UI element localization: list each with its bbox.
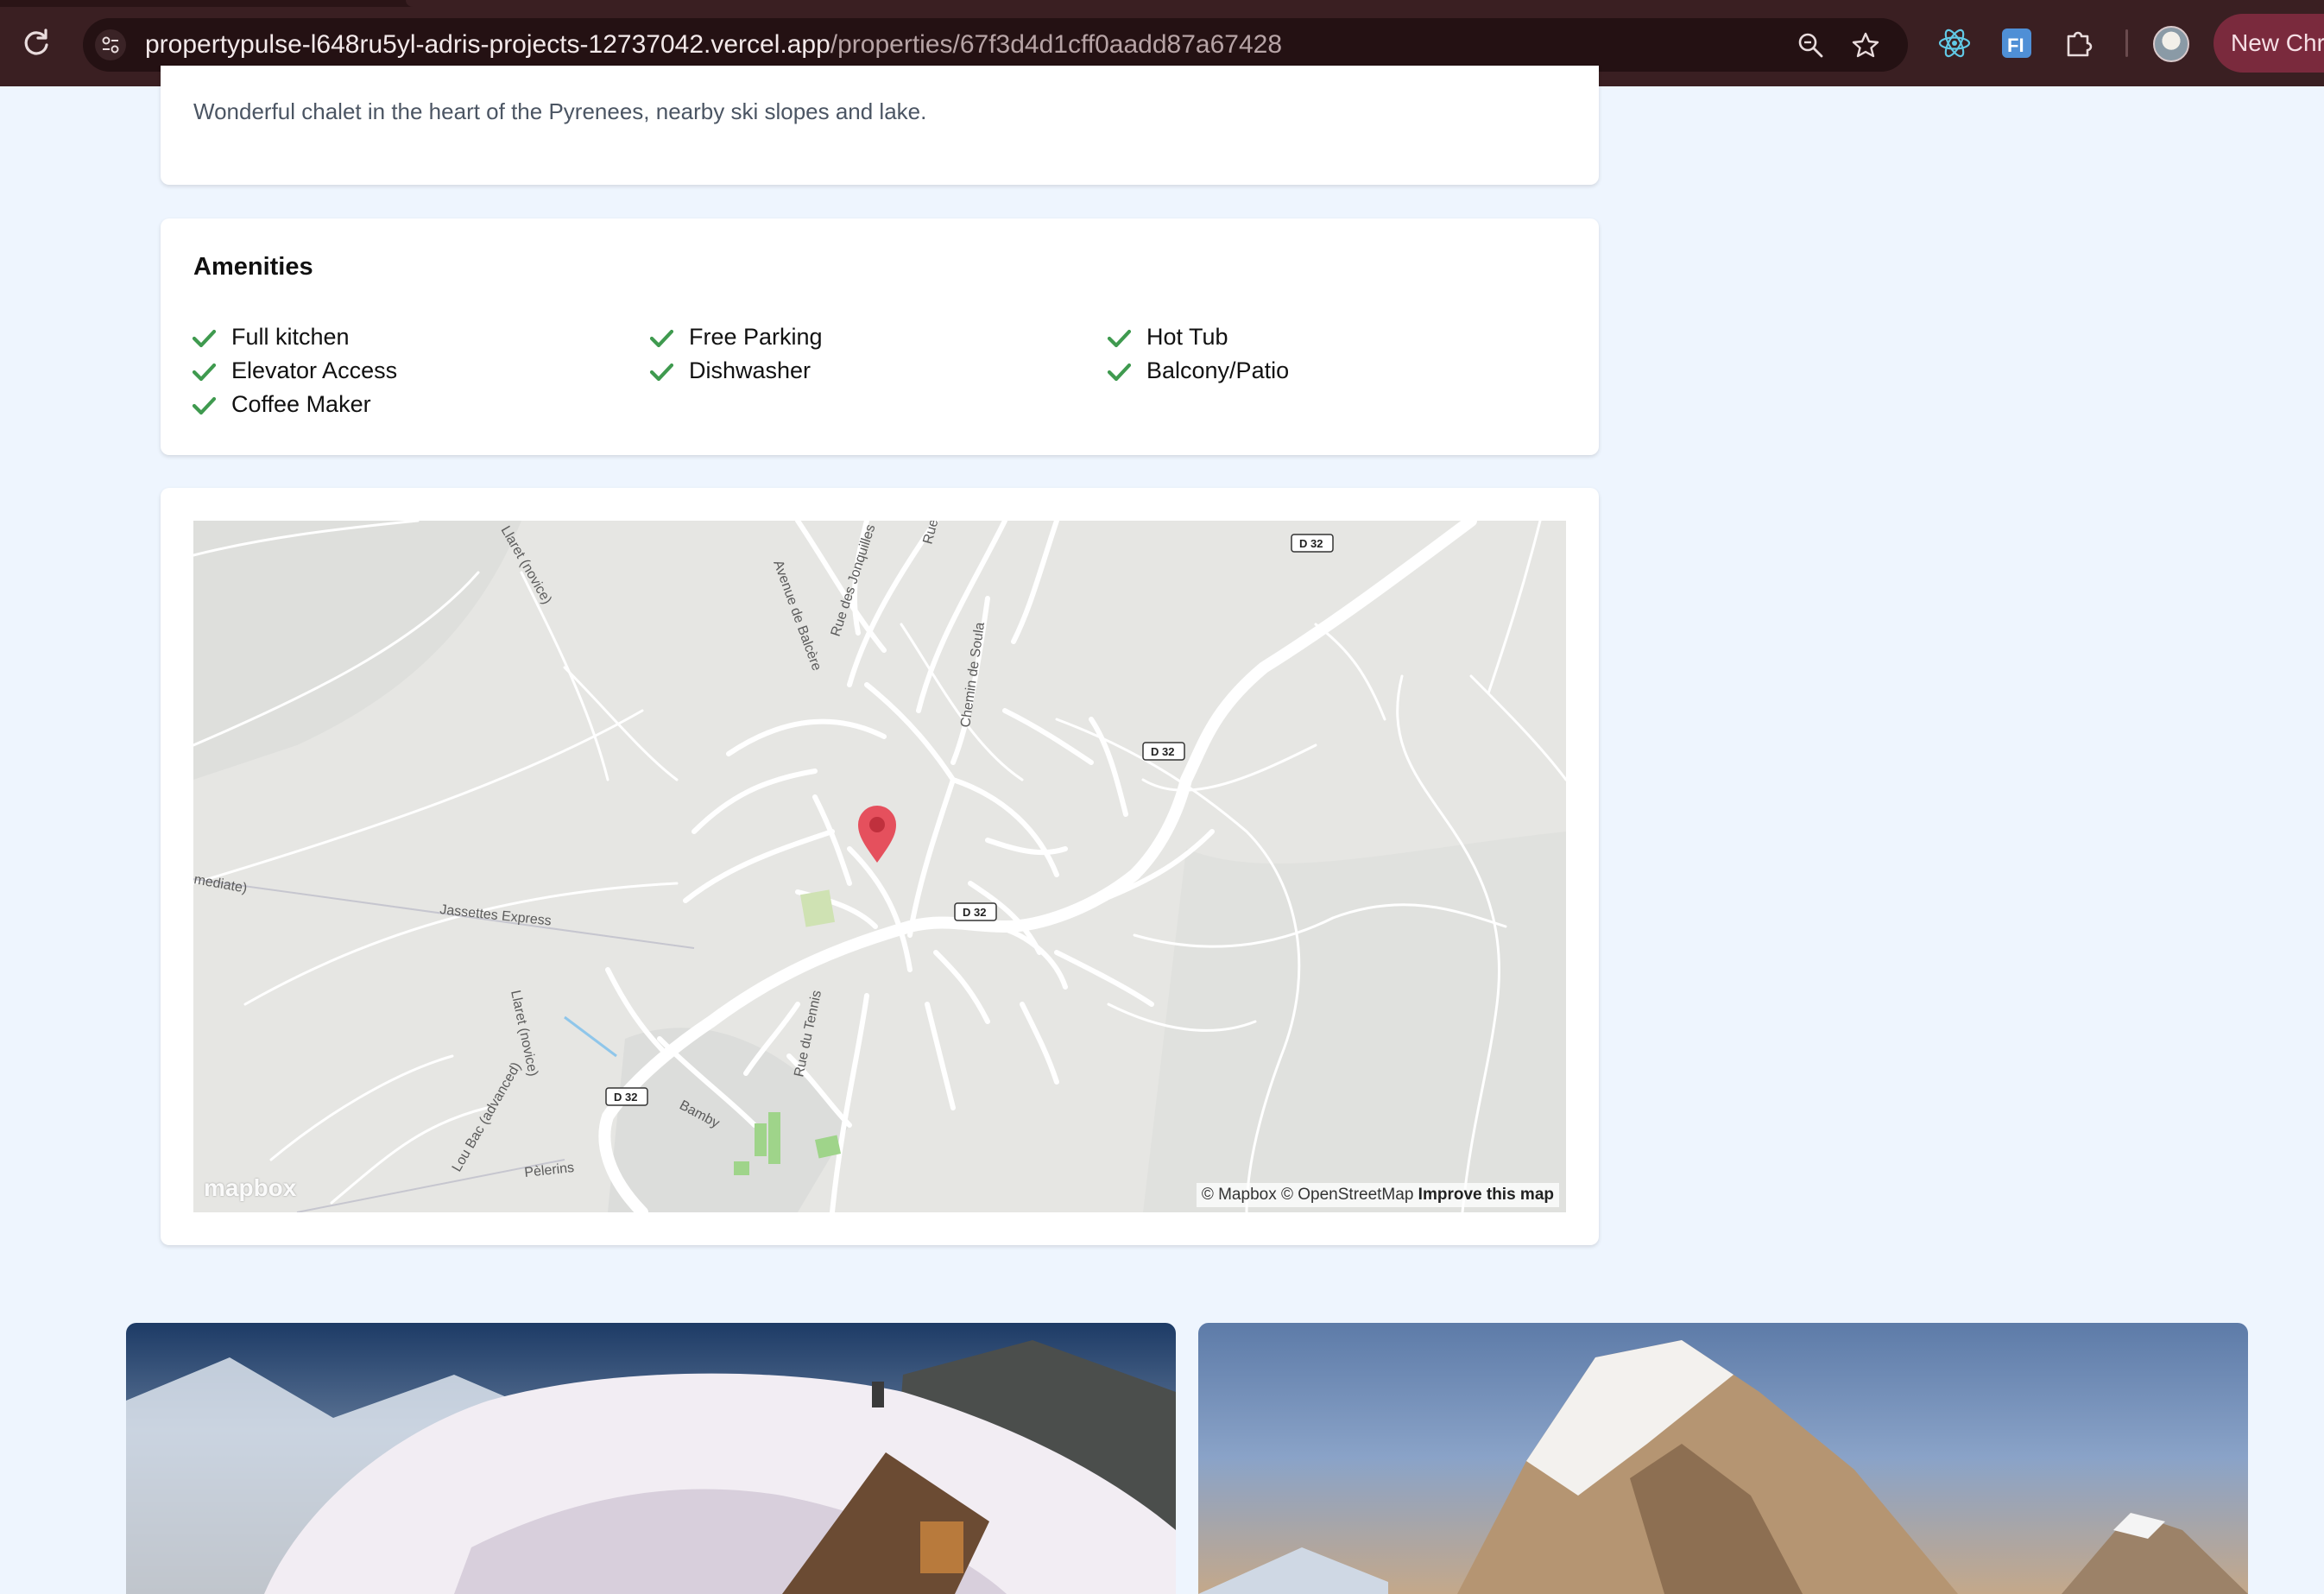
mapbox-logo[interactable]: mapbox <box>204 1174 296 1202</box>
map-road-label: D 32 <box>963 906 986 919</box>
amenity-item: Full kitchen <box>192 324 350 351</box>
bookmark-star-icon[interactable] <box>1851 30 1880 60</box>
amenity-label: Elevator Access <box>231 357 398 383</box>
zoom-icon[interactable] <box>1796 30 1825 60</box>
description-card: Wonderful chalet in the heart of the Pyr… <box>161 66 1599 185</box>
check-icon <box>1107 329 1131 348</box>
map-marker-icon[interactable] <box>858 806 896 863</box>
map-street-label: Llaret (novice) <box>498 524 554 607</box>
address-bar[interactable]: propertypulse-l648ru5yl-adris-projects-1… <box>83 18 1908 72</box>
reload-icon[interactable] <box>19 26 54 60</box>
tab-strip <box>0 0 2324 7</box>
map-road-label: D 32 <box>1151 745 1174 758</box>
amenity-label: Dishwasher <box>689 357 812 383</box>
amenity-label: Hot Tub <box>1146 324 1228 350</box>
map-street-label: Rue <box>920 521 941 546</box>
extensions-puzzle-icon[interactable] <box>2060 24 2098 62</box>
amenity-label: Coffee Maker <box>231 391 371 417</box>
amenities-title: Amenities <box>193 253 313 281</box>
property-image-mountain[interactable] <box>1198 1323 2248 1594</box>
new-chrome-button[interactable]: New Chrome <box>2213 14 2324 73</box>
amenity-item: Hot Tub <box>1107 324 1228 351</box>
svg-text:FI: FI <box>2007 35 2024 56</box>
map-road-label: D 32 <box>614 1091 637 1104</box>
amenity-item: Balcony/Patio <box>1107 357 1290 384</box>
check-icon <box>192 396 216 415</box>
property-image-chalet[interactable] <box>126 1323 1176 1594</box>
extension-fi-icon[interactable]: FI <box>1998 24 2036 62</box>
url-path: /properties/67f3d4d1cff0aadd87a67428 <box>830 30 1283 59</box>
improve-map-link[interactable]: Improve this map <box>1418 1186 1554 1204</box>
amenity-item: Coffee Maker <box>192 391 371 418</box>
map-card: D 32 D 32 D 32 D 32 Llaret (novice) Aven… <box>161 488 1599 1245</box>
url-text[interactable]: propertypulse-l648ru5yl-adris-projects-1… <box>145 30 1282 60</box>
active-tab[interactable] <box>406 0 2324 7</box>
amenities-card: Amenities Full kitchen Free Parking Hot … <box>161 218 1599 455</box>
amenity-label: Free Parking <box>689 324 823 350</box>
check-icon <box>192 363 216 382</box>
amenity-item: Dishwasher <box>649 357 812 384</box>
amenity-item: Free Parking <box>649 324 823 351</box>
map-street-label: Avenue de Balcère <box>770 559 824 674</box>
site-info-icon[interactable] <box>95 29 126 60</box>
map-attribution: © Mapbox © OpenStreetMap Improve this ma… <box>1196 1183 1559 1207</box>
toolbar-divider <box>2125 29 2128 57</box>
react-devtools-icon[interactable] <box>1936 24 1974 62</box>
attribution-text[interactable]: © Mapbox © OpenStreetMap <box>1202 1186 1414 1204</box>
check-icon <box>649 363 673 382</box>
check-icon <box>649 329 673 348</box>
amenity-label: Full kitchen <box>231 324 350 350</box>
amenity-label: Balcony/Patio <box>1146 357 1290 383</box>
check-icon <box>192 329 216 348</box>
map-road-label: D 32 <box>1299 537 1323 550</box>
profile-avatar[interactable] <box>2153 26 2189 62</box>
map-canvas: D 32 D 32 D 32 D 32 Llaret (novice) Aven… <box>193 521 1566 1212</box>
property-description: Wonderful chalet in the heart of the Pyr… <box>193 98 927 124</box>
check-icon <box>1107 363 1131 382</box>
map-street-label: Chemin de Soula <box>958 622 988 729</box>
map-street-label: Pèlerins <box>524 1161 575 1180</box>
url-host: propertypulse-l648ru5yl-adris-projects-1… <box>145 30 830 59</box>
property-map[interactable]: D 32 D 32 D 32 D 32 Llaret (novice) Aven… <box>193 521 1566 1212</box>
amenity-item: Elevator Access <box>192 357 398 384</box>
